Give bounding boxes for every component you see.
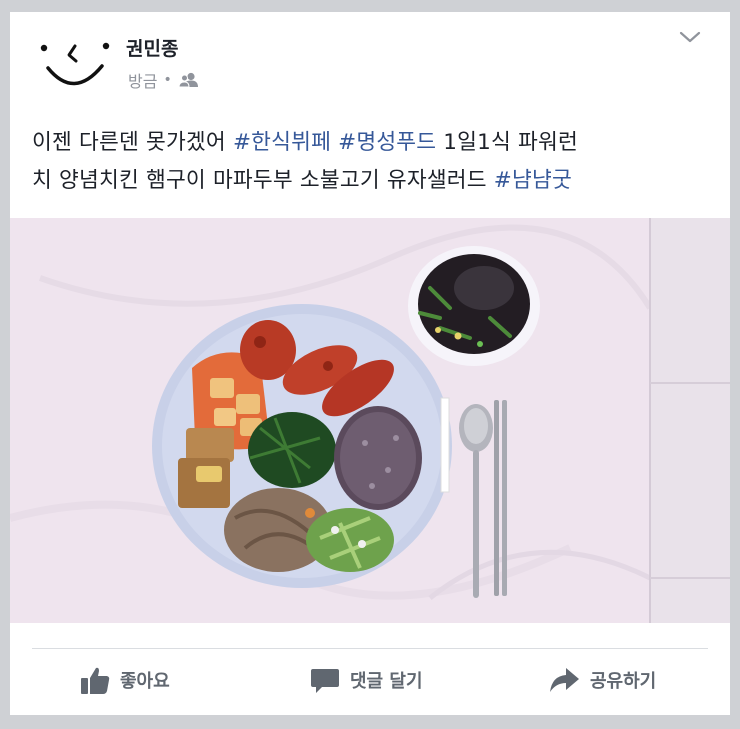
hashtag-link[interactable]: #냠냠굿 xyxy=(494,168,572,193)
like-label: 좋아요 xyxy=(120,671,170,692)
author-name[interactable]: 권민종 xyxy=(126,34,178,61)
food-photo[interactable] xyxy=(10,218,730,623)
comment-button[interactable]: 댓글 달기 xyxy=(310,662,423,698)
thumbs-up-icon xyxy=(81,667,110,694)
like-button[interactable]: 좋아요 xyxy=(80,662,170,698)
share-label: 공유하기 xyxy=(590,671,657,692)
chevron-down-icon[interactable] xyxy=(678,28,702,46)
post-text-line-2: 치 양념치킨 햄구이 마파두부 소불고기 유자샐러드 #냠냠굿 xyxy=(32,162,722,200)
hashtag-link[interactable]: #한식뷔페 xyxy=(233,130,331,155)
post-time[interactable]: 방금 xyxy=(128,68,157,92)
friends-icon[interactable] xyxy=(178,72,200,88)
separator-dot: • xyxy=(163,72,172,88)
avatar[interactable] xyxy=(36,34,112,94)
hashtag-link[interactable]: #명성푸드 xyxy=(338,130,436,155)
comment-icon xyxy=(311,669,339,693)
action-divider xyxy=(32,648,708,649)
action-bar: 좋아요 댓글 달기 공유하기 xyxy=(10,652,730,708)
post-text-line-1: 이젠 다른덴 못가겠어 #한식뷔페 #명성푸드 1일1식 파워런 xyxy=(32,124,722,162)
share-icon xyxy=(550,668,579,692)
text-segment: 치 양념치킨 햄구이 마파두부 소불고기 유자샐러드 xyxy=(32,168,494,193)
post-text: 이젠 다른덴 못가겠어 #한식뷔페 #명성푸드 1일1식 파워런 치 양념치킨 … xyxy=(32,124,722,200)
post-card: 권민종 방금 • 이젠 다른덴 못가겠어 #한식뷔페 #명성푸드 1일1식 파워… xyxy=(10,12,730,715)
share-button[interactable]: 공유하기 xyxy=(548,662,656,698)
post-header: 권민종 방금 • xyxy=(10,12,730,102)
post-meta: 방금 • xyxy=(128,68,200,92)
comment-label: 댓글 달기 xyxy=(350,671,423,692)
text-segment: 이젠 다른덴 못가겠어 xyxy=(32,130,233,155)
text-segment: 1일1식 파워런 xyxy=(436,130,578,155)
